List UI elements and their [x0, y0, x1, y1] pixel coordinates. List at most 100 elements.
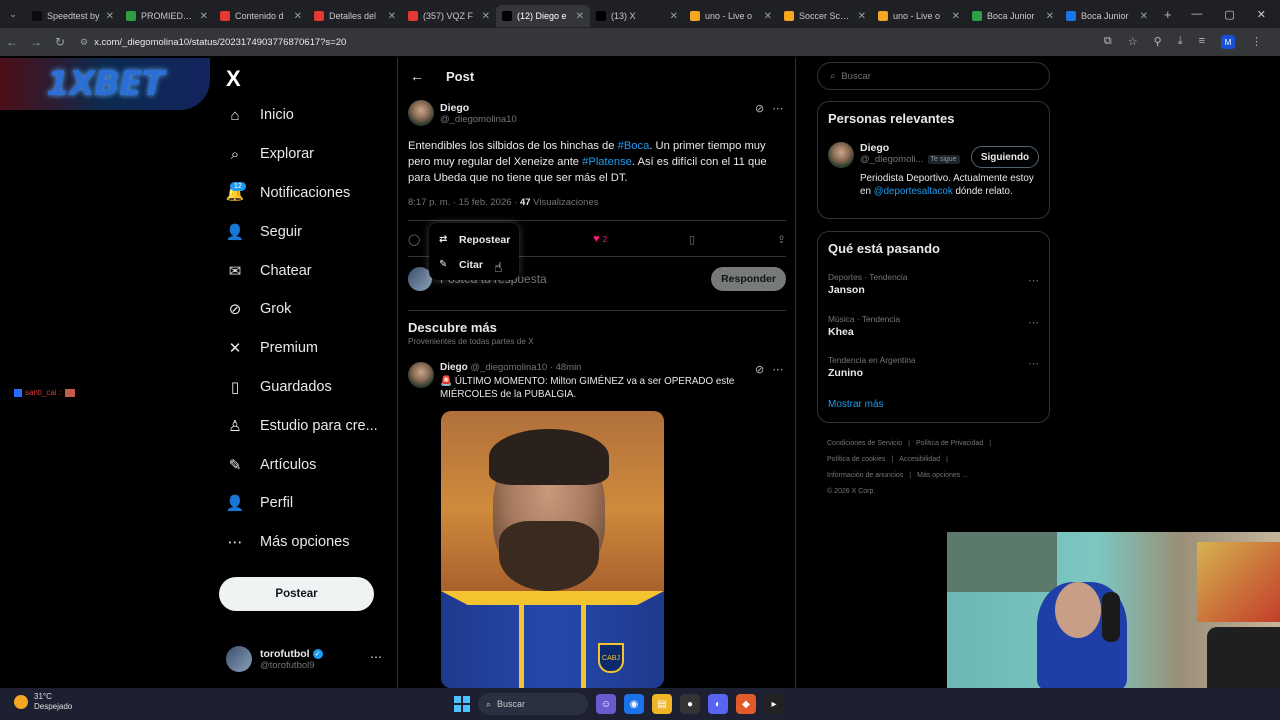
- show-more-link[interactable]: Mostrar más: [828, 399, 884, 410]
- browser-tab[interactable]: uno - Live o ✕: [872, 5, 966, 27]
- bookmark-icon[interactable]: ▯: [689, 233, 695, 246]
- share-icon[interactable]: ⇪: [777, 233, 786, 246]
- like-button[interactable]: ♥ 2: [593, 233, 607, 245]
- browser-tab[interactable]: (12) Diego e ✕: [496, 5, 590, 27]
- tab-close-icon[interactable]: ✕: [576, 11, 584, 22]
- footer-link[interactable]: Política de Privacidad: [916, 440, 983, 447]
- maximize-icon[interactable]: ▢: [1224, 8, 1234, 21]
- author-name[interactable]: Diego: [440, 102, 517, 114]
- browser-tab[interactable]: (13) X ✕: [590, 5, 684, 27]
- tweet-timestamp[interactable]: 8:17 p. m. · 15 feb. 2026 ·: [408, 197, 520, 208]
- sidebar-item-seguir[interactable]: 👤 Seguir: [224, 212, 384, 251]
- install-icon[interactable]: ⧉: [1104, 35, 1112, 49]
- sidebar-item-inicio[interactable]: ⌂ Inicio: [224, 96, 384, 135]
- sidebar-item-m-s-opciones[interactable]: ⋯ Más opciones: [224, 523, 384, 562]
- chrome-icon[interactable]: ◉: [624, 694, 644, 714]
- star-icon[interactable]: ☆: [1128, 35, 1138, 49]
- tab-close-icon[interactable]: ✕: [200, 11, 208, 22]
- back-nav-icon[interactable]: ←: [0, 35, 24, 49]
- author-avatar[interactable]: [408, 100, 434, 126]
- tweet-more-icon[interactable]: ⋯: [772, 363, 783, 376]
- author-handle-time[interactable]: @_diegomolina10 · 48min: [468, 362, 581, 373]
- trend-item[interactable]: Tendencia en Argentina Zunino ⋯: [828, 355, 1041, 379]
- post-button[interactable]: Postear: [219, 577, 374, 611]
- discover-tweet[interactable]: Diego @_diegomolina10 · 48min 🚨 ÚLTIMO M…: [408, 362, 786, 401]
- app-icon[interactable]: ◆: [736, 694, 756, 714]
- url-field[interactable]: ⚙ x.com/_diegomolina10/status/2023174903…: [80, 32, 1080, 52]
- back-arrow-icon[interactable]: ←: [410, 68, 424, 84]
- author-handle[interactable]: @_diegomolina10: [440, 114, 517, 125]
- start-icon[interactable]: [454, 696, 470, 712]
- footer-link[interactable]: Información de anuncios: [827, 472, 903, 479]
- browser-tab[interactable]: Boca Junior ✕: [1060, 5, 1154, 27]
- browser-tab[interactable]: uno - Live o ✕: [684, 5, 778, 27]
- tab-close-icon[interactable]: ✕: [388, 11, 396, 22]
- footer-link[interactable]: Condiciones de Servicio: [827, 440, 902, 447]
- new-tab-button[interactable]: +: [1154, 7, 1182, 22]
- trend-item[interactable]: Música · Tendencia Khea ⋯: [828, 314, 1041, 338]
- terminal-icon[interactable]: ▸: [764, 694, 784, 714]
- tab-close-icon[interactable]: ✕: [670, 11, 678, 22]
- discord-icon[interactable]: ◐: [708, 694, 728, 714]
- browser-tab[interactable]: Detalles del ✕: [308, 5, 402, 27]
- browser-tab[interactable]: Soccer Score ✕: [778, 5, 872, 27]
- browser-tab[interactable]: Speedtest by ✕: [26, 5, 120, 27]
- site-info-icon[interactable]: ⚙: [80, 37, 88, 48]
- browser-menu-icon[interactable]: ⋮: [1251, 35, 1262, 49]
- sidebar-item-premium[interactable]: ✕ Premium: [224, 329, 384, 368]
- account-switcher[interactable]: torofutbol ✓ @torofutbol9: [226, 645, 386, 673]
- sidebar-item-guardados[interactable]: ▯ Guardados: [224, 368, 384, 407]
- browser-tab[interactable]: PROMIEDOS ✕: [120, 5, 214, 27]
- tab-close-icon[interactable]: ✕: [1140, 11, 1148, 22]
- sidebar-item-grok[interactable]: ⊘ Grok: [224, 290, 384, 329]
- tab-close-icon[interactable]: ✕: [294, 11, 302, 22]
- tweet-photo[interactable]: CABJ: [441, 411, 664, 688]
- sidebar-item-perfil[interactable]: 👤 Perfil: [224, 484, 384, 523]
- sidebar-item-estudio-para-cre-[interactable]: ♙ Estudio para cre...: [224, 406, 384, 445]
- repost-menu-item[interactable]: ⇄ Repostear: [429, 227, 519, 252]
- tab-close-icon[interactable]: ✕: [952, 11, 960, 22]
- person-avatar[interactable]: [828, 142, 854, 168]
- reply-button[interactable]: Responder: [711, 267, 786, 291]
- quote-menu-item[interactable]: ✎ Citar: [429, 252, 519, 277]
- person-handle[interactable]: @_diegomoli...: [860, 154, 924, 165]
- sidebar-item-notificaciones[interactable]: 🔔 Notificaciones: [224, 174, 384, 213]
- reload-icon[interactable]: ↻: [48, 35, 72, 49]
- tab-close-icon[interactable]: ✕: [858, 11, 866, 22]
- browser-tab[interactable]: (357) VQZ F ✕: [402, 5, 496, 27]
- trend-more-icon[interactable]: ⋯: [1028, 357, 1039, 370]
- trend-more-icon[interactable]: ⋯: [1028, 316, 1039, 329]
- tab-close-icon[interactable]: ✕: [764, 11, 772, 22]
- trend-item[interactable]: Deportes · Tendencia Janson ⋯: [828, 272, 1041, 296]
- grok-icon[interactable]: ⊘: [755, 363, 764, 376]
- mention-link[interactable]: @deportesaltacok: [874, 186, 953, 197]
- hashtag-link[interactable]: #Platense: [582, 156, 632, 168]
- grok-icon[interactable]: ⊘: [755, 102, 764, 115]
- sidebar-item-explorar[interactable]: ⌕ Explorar: [224, 135, 384, 174]
- trend-more-icon[interactable]: ⋯: [1028, 274, 1039, 287]
- tab-search-icon[interactable]: ⌄: [0, 0, 26, 28]
- tab-close-icon[interactable]: ✕: [106, 11, 114, 22]
- footer-link[interactable]: Accesibilidad: [899, 456, 940, 463]
- minimize-icon[interactable]: —: [1191, 8, 1202, 21]
- account-more-icon[interactable]: ⋯: [370, 650, 382, 664]
- search-input[interactable]: ⌕ Buscar: [817, 62, 1050, 90]
- following-button[interactable]: Siguiendo: [971, 146, 1039, 168]
- browser-tab[interactable]: Contenido d ✕: [214, 5, 308, 27]
- author-avatar[interactable]: [408, 362, 434, 388]
- sidebar-item-chatear[interactable]: ✉ Chatear: [224, 251, 384, 290]
- tab-close-icon[interactable]: ✕: [1046, 11, 1054, 22]
- reading-list-icon[interactable]: ≡: [1199, 35, 1205, 49]
- x-logo[interactable]: X: [226, 66, 241, 92]
- profile-avatar[interactable]: M: [1221, 35, 1235, 49]
- footer-link[interactable]: Política de cookies: [827, 456, 885, 463]
- extensions-icon[interactable]: ⚲: [1154, 35, 1162, 49]
- tweet-more-icon[interactable]: ⋯: [772, 102, 783, 115]
- obs-icon[interactable]: ●: [680, 694, 700, 714]
- browser-tab[interactable]: Boca Junior ✕: [966, 5, 1060, 27]
- sidebar-item-art-culos[interactable]: ✎ Artículos: [224, 445, 384, 484]
- tweet-author[interactable]: Diego @_diegomolina10: [408, 100, 517, 126]
- author-name[interactable]: Diego: [440, 362, 468, 373]
- weather-widget[interactable]: 31°C Despejado: [14, 692, 72, 712]
- download-icon[interactable]: ⤓: [1178, 35, 1183, 49]
